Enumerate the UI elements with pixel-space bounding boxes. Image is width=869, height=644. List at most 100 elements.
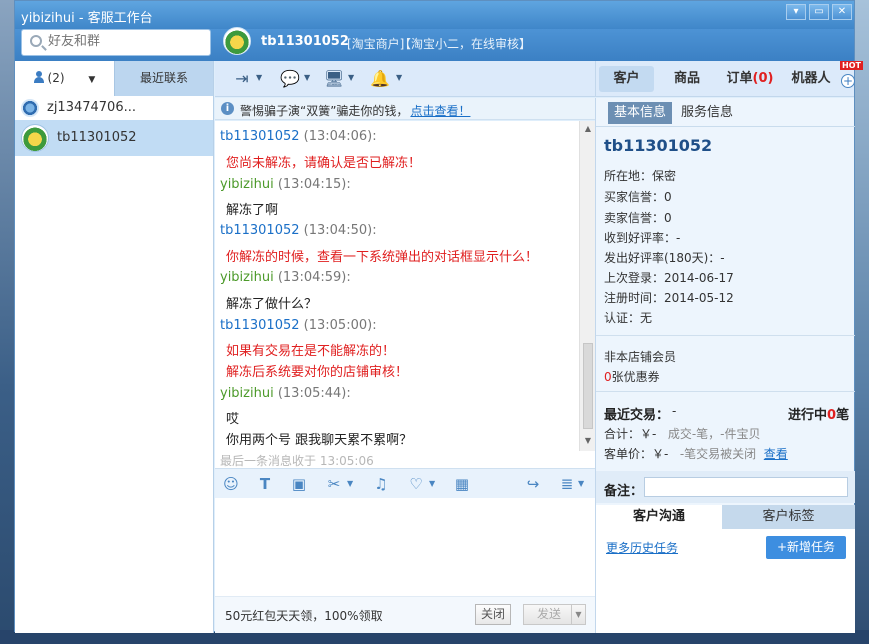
contact-name: tb11301052 — [261, 34, 349, 49]
recent-trades-value: - — [672, 404, 677, 418]
chat-scrollbar[interactable]: ▲ ▼ — [579, 121, 595, 451]
screen-share-icon[interactable]: 🖥 — [323, 69, 345, 89]
customer-info-panel: 基本信息 服务信息 tb11301052 所在地：保密 买家信誉：0 卖家信誉：… — [595, 98, 855, 633]
info-row-register-time: 注册时间：2014-05-12 — [604, 291, 734, 305]
close-chat-button[interactable]: 关闭 — [475, 604, 511, 625]
header-bar: tb11301052 [淘宝商户] 【淘宝小二，在线审核】 — [15, 27, 854, 61]
search-box[interactable] — [21, 29, 211, 56]
tab-service-info[interactable]: 服务信息 — [675, 102, 739, 124]
member-status: 非本店铺会员 — [604, 350, 677, 364]
calculator-icon[interactable]: ▦ — [453, 475, 471, 493]
contact-list-name: tb11301052 — [57, 130, 137, 145]
shake-icon[interactable]: ♫ — [372, 475, 390, 493]
chevron-down-icon[interactable]: ▼ — [396, 73, 402, 82]
right-tabs: 客户 商品 订单(0) 机器人 HOT + — [595, 61, 863, 97]
dropdown-menu-button[interactable]: ▾ — [786, 4, 806, 20]
recent-trades-title: 最近交易： — [604, 408, 670, 423]
window-title: yibizihui - 客服工作台 — [21, 11, 153, 26]
heart-icon[interactable]: ♡ — [407, 475, 425, 493]
contact-avatar-icon — [21, 99, 39, 117]
message-header: yibizihui (13:05:44): — [220, 386, 351, 401]
contact-status: 【淘宝小二，在线审核】 — [399, 37, 532, 51]
note-input[interactable] — [644, 477, 848, 497]
maximize-button[interactable]: ▭ — [809, 4, 829, 20]
chevron-down-icon[interactable]: ▼ — [578, 479, 584, 488]
contact-list-item-selected[interactable]: tb11301052 — [15, 120, 213, 156]
alarm-icon[interactable]: 🔔 — [369, 69, 391, 89]
search-input[interactable] — [48, 34, 198, 49]
scroll-down-icon[interactable]: ▼ — [583, 436, 593, 446]
info-row-received-rating: 收到好评率：- — [604, 231, 681, 245]
emoji-icon[interactable]: ☺ — [222, 475, 240, 493]
multi-chat-icon[interactable]: 💬 — [279, 69, 301, 89]
message-header: tb11301052 (13:04:06): — [220, 129, 377, 144]
tab-contacts[interactable]: (2) ▼ — [15, 61, 114, 96]
chevron-down-icon[interactable]: ▼ — [88, 63, 95, 98]
desktop-right-strip — [853, 0, 869, 644]
font-icon[interactable]: T — [256, 475, 274, 493]
trade-total: 合计：￥- 成交-笔，-件宝贝 — [604, 427, 761, 441]
info-subtabs: 基本信息 服务信息 — [596, 98, 855, 127]
message-text: 你解冻的时候，查看一下系统弹出的对话框显示什么！ — [226, 250, 539, 265]
add-task-button[interactable]: +新增任务 — [766, 536, 846, 559]
view-link[interactable]: 查看 — [764, 447, 788, 461]
message-header: yibizihui (13:04:15): — [220, 177, 351, 192]
tab-robot[interactable]: 机器人 — [786, 66, 836, 92]
history-icon[interactable]: ≣ — [558, 475, 576, 493]
chat-footer: 50元红包天天领，100%领取 关闭 发送 ▼ — [215, 596, 595, 633]
tab-order[interactable]: 订单(0) — [723, 66, 777, 92]
input-toolbar: ☺ T ▣ ✂ ▼ ♫ ♡ ▼ ▦ ↪ ≣ ▼ — [215, 468, 595, 498]
quick-reply-icon[interactable]: ↪ — [524, 475, 542, 493]
message-header: yibizihui (13:04:59): — [220, 270, 351, 285]
chevron-down-icon[interactable]: ▼ — [256, 73, 262, 82]
contact-avatar[interactable] — [223, 27, 251, 55]
info-icon: i — [221, 102, 234, 115]
tab-customer-tags[interactable]: 客户标签 — [722, 505, 855, 529]
chevron-down-icon[interactable]: ▼ — [348, 73, 354, 82]
contacts-panel: (2) ▼ 最近联系 zj13474706... tb11301052 — [15, 61, 214, 633]
tab-customer-communication[interactable]: 客户沟通 — [596, 505, 722, 529]
tab-recent-contacts[interactable]: 最近联系 — [114, 61, 213, 96]
notice-link[interactable]: 点击查看！ — [410, 104, 470, 118]
user-icon — [33, 71, 44, 83]
security-notice: i 警惕骗子演“双簧”骗走你的钱， 点击查看！ — [215, 98, 595, 120]
scroll-thumb[interactable] — [583, 343, 593, 429]
tab-product[interactable]: 商品 — [663, 66, 711, 92]
transfer-icon[interactable]: ⇥ — [231, 69, 253, 89]
info-row-last-login: 上次登录：2014-06-17 — [604, 271, 734, 285]
last-message-status: 最后一条消息收于 13:05:06 — [215, 451, 595, 468]
trades-in-progress: 进行中0笔 — [788, 408, 850, 423]
contacts-count: (2) — [47, 71, 65, 85]
history-tasks-link[interactable]: 更多历史任务 — [606, 539, 678, 556]
message-header: tb11301052 (13:05:00): — [220, 318, 377, 333]
window-controls: ▾ ▭ ✕ — [786, 4, 852, 20]
coupon-info: 0张优惠券 — [604, 370, 660, 384]
scissors-icon[interactable]: ✂ — [325, 475, 343, 493]
message-text: 如果有交易在是不能解冻的！ — [226, 344, 396, 359]
chevron-down-icon[interactable]: ▼ — [347, 479, 353, 488]
image-icon[interactable]: ▣ — [290, 475, 308, 493]
hot-badge: HOT — [840, 61, 863, 70]
scroll-up-icon[interactable]: ▲ — [583, 124, 593, 134]
promo-text[interactable]: 50元红包天天领，100%领取 — [225, 607, 383, 624]
divider — [596, 335, 855, 336]
tab-customer[interactable]: 客户 — [599, 66, 654, 92]
contact-tag: [淘宝商户] — [347, 37, 405, 51]
note-row: 备注： — [596, 471, 855, 503]
title-bar[interactable]: yibizihui - 客服工作台 ▾ ▭ ✕ — [15, 1, 854, 29]
message-text: 您尚未解冻，请确认是否已解冻！ — [226, 156, 422, 171]
customer-name: tb11301052 — [604, 136, 713, 155]
contact-avatar-icon — [21, 124, 49, 152]
message-input[interactable] — [215, 498, 595, 596]
contact-list-item[interactable]: zj13474706... — [15, 96, 213, 120]
chevron-down-icon[interactable]: ▼ — [304, 73, 310, 82]
add-plugin-icon[interactable]: + — [841, 74, 855, 88]
message-text: 解冻后系统要对你的店铺审核！ — [226, 365, 409, 380]
message-header: tb11301052 (13:04:50): — [220, 223, 377, 238]
send-options-icon[interactable]: ▼ — [571, 604, 586, 625]
bottom-tabs: 客户沟通 客户标签 — [596, 505, 855, 529]
chat-toolbar: ⇥ ▼ 💬 ▼ 🖥 ▼ 🔔 ▼ — [215, 61, 595, 97]
chevron-down-icon[interactable]: ▼ — [429, 479, 435, 488]
close-window-button[interactable]: ✕ — [832, 4, 852, 20]
tab-basic-info[interactable]: 基本信息 — [608, 102, 673, 124]
